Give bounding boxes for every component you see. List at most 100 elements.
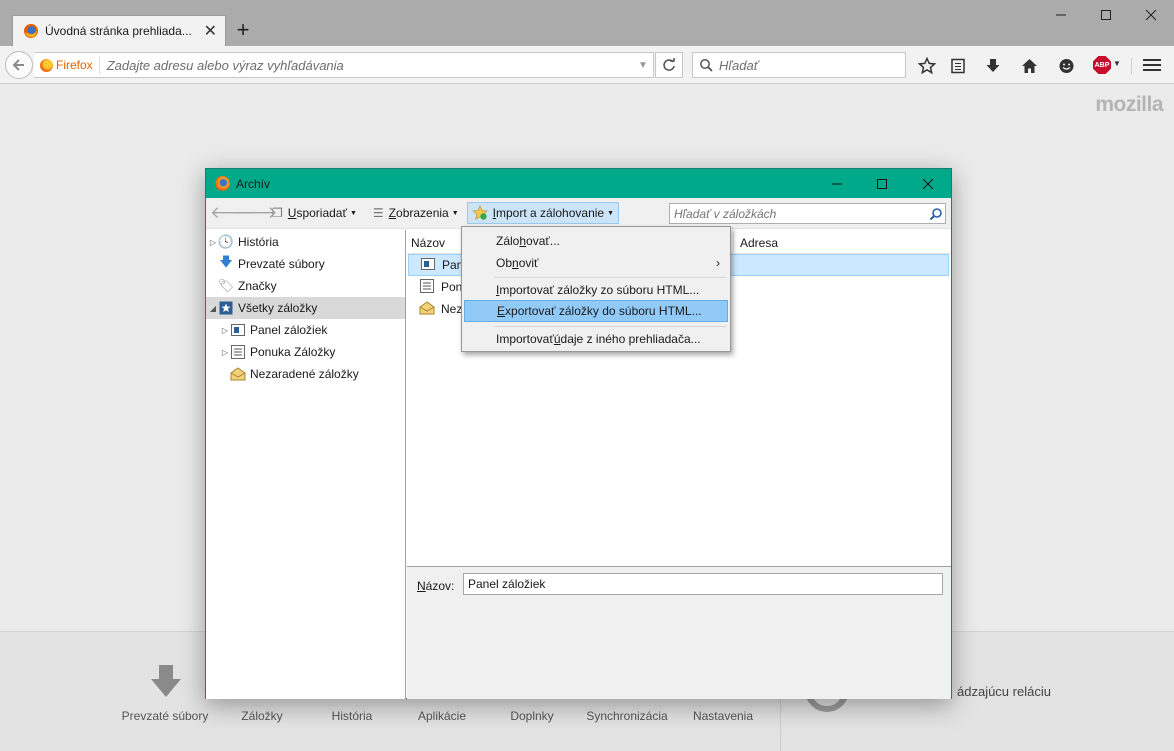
launcher-bookmarks[interactable]: Záložky [212, 709, 312, 723]
launcher-apps[interactable]: Aplikácie [392, 709, 492, 723]
library-toolbar: 🡐 🡒 ❐ Usporiadať ▼ ☰ Zobrazenia ▼ Import… [206, 198, 951, 229]
search-input[interactable]: Hľadať [719, 58, 758, 73]
tree-item-bookmarks-menu[interactable]: ▷ Ponuka Záložky [206, 341, 405, 363]
home-button[interactable] [1018, 56, 1040, 76]
url-input[interactable]: Zadajte adresu alebo výraz vyhľadávania [100, 58, 633, 73]
toolbar-separator [1131, 58, 1132, 74]
import-backup-button[interactable]: Import a zálohovanie ▼ [466, 202, 620, 224]
unsorted-icon [230, 366, 246, 382]
download-arrow-icon [986, 59, 1000, 72]
tree-item-unsorted[interactable]: Nezaradené záložky [206, 363, 405, 385]
toolbar-folder-icon [420, 257, 436, 274]
tab-close-icon[interactable]: ✕ [204, 21, 217, 41]
downloads-launcher-icon[interactable] [151, 665, 181, 699]
tree-item-downloads[interactable]: 🡇 Prevzaté súbory [206, 253, 405, 275]
tree-item-label: Nezaradené záložky [250, 367, 359, 381]
tree-item-label: Panel záložiek [250, 323, 328, 337]
identity-label: Firefox [56, 58, 93, 72]
menu-item-restore[interactable]: Ob n oviť › [464, 252, 728, 274]
navigation-toolbar: Firefox Zadajte adresu alebo výraz vyhľa… [0, 46, 1174, 84]
adblock-plus-icon[interactable]: ABP [1093, 56, 1111, 74]
column-divider[interactable] [733, 232, 734, 252]
column-name[interactable]: Názov [411, 236, 445, 250]
chevron-down-icon: ▼ [349, 209, 357, 217]
expand-icon[interactable]: ▷ [208, 238, 218, 247]
site-identity[interactable]: Firefox [34, 56, 100, 74]
history-dropmarker-icon[interactable]: ▼ [633, 60, 653, 71]
tree-item-label: Všetky záložky [238, 301, 318, 315]
download-icon: 🡇 [219, 254, 233, 269]
library-search-input[interactable]: Hľadať v záložkách [669, 203, 946, 224]
launcher-settings[interactable]: Nastavenia [673, 709, 773, 723]
views-button[interactable]: ☰ Zobrazenia ▼ [369, 202, 463, 224]
menu-folder-icon [230, 344, 246, 360]
column-address[interactable]: Adresa [740, 236, 778, 250]
menu-item-import-other-browser[interactable]: Importovať ú daje z iného prehliadača... [464, 328, 728, 350]
library-close-button[interactable] [913, 173, 943, 195]
menu-hamburger-icon[interactable] [1143, 57, 1161, 73]
minimize-button[interactable] [1047, 4, 1075, 26]
browser-titlebar: Úvodná stránka prehliada... ✕ + [0, 0, 1174, 46]
launcher-sync[interactable]: Synchronizácia [577, 709, 677, 723]
import-backup-menu: Zálo h ovať... Ob n oviť › Importovať záložk… [461, 226, 731, 352]
browser-tab[interactable]: Úvodná stránka prehliada... ✕ [12, 15, 226, 46]
maximize-icon [877, 179, 887, 189]
launcher-downloads[interactable]: Prevzaté súbory [115, 709, 215, 723]
toolbar-folder-icon [230, 322, 246, 338]
menu-item-export-html[interactable]: Exportovať záložky do súboru HTML... [464, 300, 728, 322]
adblock-dropdown-icon[interactable]: ▼ [1113, 59, 1121, 68]
expand-icon[interactable]: ▷ [220, 326, 230, 335]
launcher-history[interactable]: História [302, 709, 402, 723]
views-accel: Z [388, 206, 397, 220]
restore-session-label: ádzajúcu reláciu [957, 684, 1051, 699]
search-icon [700, 59, 713, 72]
details-pane: Názov: Panel záložiek [407, 566, 951, 699]
mozilla-logo: mozilla [1095, 93, 1163, 116]
name-field-label: Názov: [417, 579, 455, 593]
organize-label: sporiadať [296, 206, 347, 220]
library-title: Archív [236, 176, 271, 191]
tree-item-label: História [238, 235, 279, 249]
bookmarks-menu-button[interactable] [947, 56, 969, 76]
maximize-button[interactable] [1092, 4, 1120, 26]
name-field[interactable]: Panel záložiek [463, 573, 943, 595]
reload-icon [663, 58, 675, 71]
menu-item-backup[interactable]: Zálo h ovať... [464, 230, 728, 252]
tree-item-label: Prevzaté súbory [238, 257, 325, 271]
reload-button[interactable] [655, 52, 683, 78]
tree-item-bookmarks-toolbar[interactable]: ▷ Panel záložiek [206, 319, 405, 341]
library-forward-icon[interactable]: 🡒 [232, 203, 278, 223]
tree-item-all-bookmarks[interactable]: ◢ Všetky záložky [206, 297, 405, 319]
tree-item-tags[interactable]: 🏷 Značky [206, 275, 405, 297]
launcher-addons[interactable]: Doplnky [482, 709, 582, 723]
library-minimize-button[interactable] [822, 173, 852, 195]
menu-item-import-html[interactable]: Importovať záložky zo súboru HTML... [464, 279, 728, 301]
clock-icon: 🕓 [217, 234, 235, 249]
hello-button[interactable] [1055, 56, 1077, 76]
organize-icon: ❐ [272, 206, 283, 220]
library-maximize-button[interactable] [867, 173, 897, 195]
minimize-icon [832, 183, 842, 185]
views-label: obrazenia [396, 206, 449, 220]
library-back-icon[interactable]: 🡐 [210, 203, 256, 223]
organize-button[interactable]: ❐ Usporiadať ▼ [268, 202, 361, 224]
close-window-button[interactable] [1137, 4, 1165, 26]
search-bar[interactable]: Hľadať [692, 52, 906, 78]
import-star-icon [471, 205, 488, 220]
menu-folder-icon [419, 278, 435, 296]
downloads-button[interactable] [982, 56, 1004, 76]
collapse-icon[interactable]: ◢ [208, 304, 218, 313]
star-icon [918, 57, 936, 75]
minimize-icon [1056, 14, 1066, 16]
bookmark-star-button[interactable] [916, 56, 938, 76]
back-arrow-icon [12, 59, 24, 71]
new-tab-button[interactable]: + [232, 18, 254, 42]
expand-icon[interactable]: ▷ [220, 348, 230, 357]
library-search-placeholder: Hľadať v záložkách [674, 206, 777, 221]
tree-item-history[interactable]: ▷ 🕓 História [206, 231, 405, 253]
back-button[interactable] [5, 51, 33, 79]
unsorted-icon [419, 300, 435, 318]
firefox-icon [24, 24, 38, 38]
url-bar[interactable]: Firefox Zadajte adresu alebo výraz vyhľa… [34, 52, 654, 78]
library-tree: ▷ 🕓 História 🡇 Prevzaté súbory 🏷 Značky … [206, 230, 406, 699]
